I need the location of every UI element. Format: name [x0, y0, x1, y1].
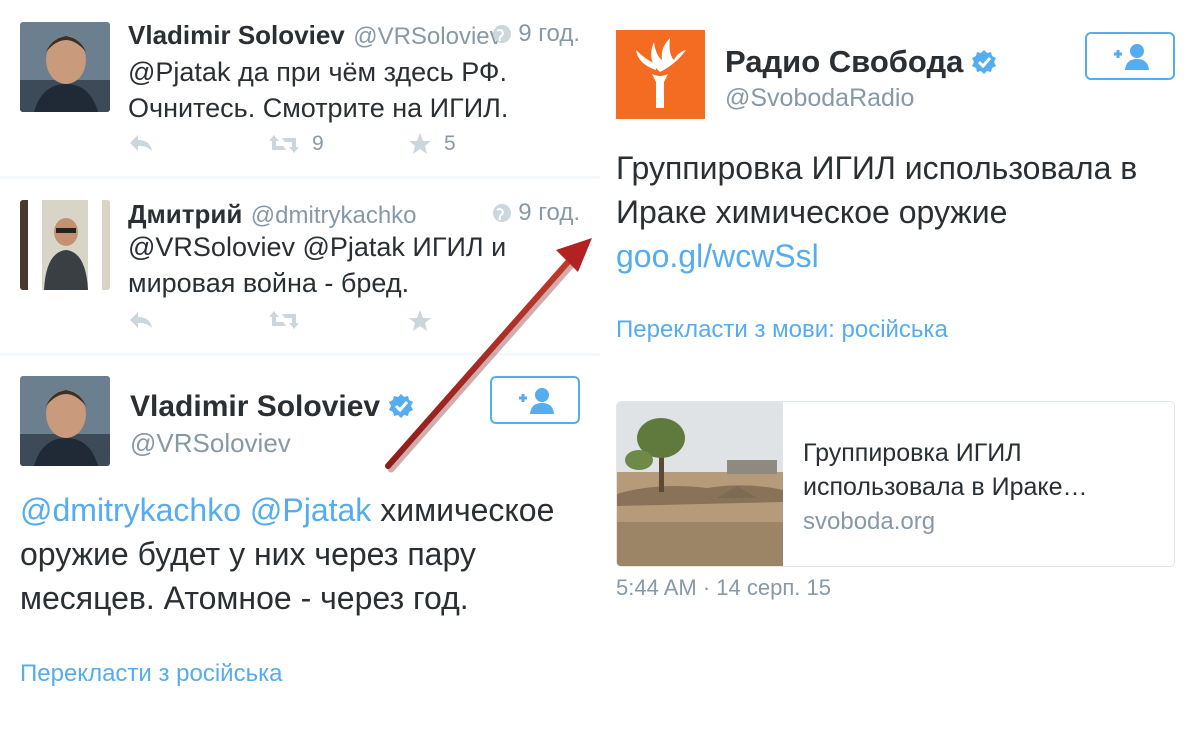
reply-icon: [130, 312, 152, 328]
torch-logo-icon: [616, 30, 705, 119]
tweet-text-line: @VRSoloviev @Pjatak ИГИЛ и: [128, 232, 507, 262]
mention-link[interactable]: @dmitrykachko: [20, 492, 241, 528]
user-handle[interactable]: @VRSoloviev: [353, 23, 501, 50]
card-domain: svoboda.org: [803, 508, 936, 535]
tweet-time-label: 9 год.: [518, 20, 580, 47]
add-user-icon: [1114, 44, 1149, 70]
mention-link[interactable]: @Pjatak: [250, 492, 371, 528]
reply-button[interactable]: [128, 132, 154, 154]
star-icon: [409, 133, 431, 154]
retweet-button[interactable]: [268, 309, 300, 331]
user-handle[interactable]: @dmitrykachko: [251, 202, 417, 229]
tweet-text-line: оружие будет у них через пару: [20, 536, 476, 572]
retweet-icon: [269, 311, 299, 329]
card-title-line: использовала в Ираке…: [803, 473, 1088, 501]
card-title[interactable]: Группировка ИГИЛ использовала в Ираке…: [803, 436, 1163, 504]
tweet-text: Группировка ИГИЛ использовала в Ираке хи…: [616, 146, 1186, 278]
user-handle[interactable]: @SvobodaRadio: [725, 84, 914, 113]
tweet-actions: [128, 309, 528, 339]
tweet-time[interactable]: 9 год.: [492, 199, 580, 227]
tweet-text: @dmitrykachko @Pjatak химическое оружие …: [20, 488, 590, 620]
favorite-count: 5: [444, 132, 456, 155]
tweet-text-line: Группировка ИГИЛ использовала в: [616, 150, 1138, 186]
link-card[interactable]: Группировка ИГИЛ использовала в Ираке… s…: [616, 401, 1175, 567]
tweet-text: @Pjatak да при чём здесь РФ. Очнитесь. С…: [128, 54, 508, 126]
verified-badge-icon: [389, 394, 414, 418]
radio-svoboda-logo[interactable]: [616, 30, 705, 119]
follow-button[interactable]: [490, 376, 580, 424]
tweet-text-line: Очнитесь. Смотрите на ИГИЛ.: [128, 93, 509, 123]
tweet-item[interactable]: Дмитрий @dmitrykachko 9 год. @VRSoloviev…: [0, 179, 600, 353]
retweet-button[interactable]: 9: [268, 132, 324, 156]
add-user-icon: [519, 388, 554, 414]
tweet-timestamp[interactable]: 5:44 AM · 14 серп. 15: [616, 575, 831, 601]
left-panel: Vladimir Soloviev @VRSoloviev 9 год. @Pj…: [0, 0, 600, 732]
card-title-line: Группировка ИГИЛ: [803, 439, 1022, 467]
retweet-icon: [269, 135, 299, 153]
favorite-button[interactable]: 5: [408, 132, 456, 156]
globe-icon: [493, 204, 512, 222]
tweet-text-line: Ираке химическое оружие: [616, 194, 1008, 230]
expanded-tweet: Vladimir Soloviev @VRSoloviev @dmitrykac…: [0, 356, 600, 732]
reply-icon: [130, 135, 152, 151]
tweet-text-line: мировая война - бред.: [128, 268, 410, 298]
card-thumbnail: [617, 402, 783, 566]
user-name-label: Vladimir Soloviev: [130, 390, 381, 423]
tweet-time[interactable]: 9 год.: [492, 20, 580, 48]
tweet-item[interactable]: Vladimir Soloviev @VRSoloviev 9 год. @Pj…: [0, 0, 600, 176]
avatar[interactable]: [20, 376, 110, 466]
avatar[interactable]: [20, 22, 110, 112]
user-name[interactable]: Радио Свобода: [725, 44, 997, 80]
tweet-text-line: @dmitrykachko @Pjatak химическое: [20, 488, 590, 532]
tweet-time-label: 9 год.: [518, 199, 580, 226]
tweet-text-line: @Pjatak да при чём здесь РФ.: [128, 57, 507, 87]
tweet-text: @VRSoloviev @Pjatak ИГИЛ и мировая война…: [128, 229, 506, 301]
tweet-link[interactable]: goo.gl/wcwSsl: [616, 234, 1186, 278]
favorite-button[interactable]: [408, 309, 432, 333]
tweet-actions: 9 5: [128, 132, 528, 162]
user-name[interactable]: Дмитрий: [128, 199, 242, 229]
star-icon: [409, 310, 431, 331]
user-name[interactable]: Vladimir Soloviev: [130, 390, 414, 424]
tweet-text-segment: химическое: [371, 492, 555, 528]
translate-link[interactable]: Перекласти з мови: російська: [616, 316, 948, 344]
follow-button[interactable]: [1085, 32, 1175, 80]
user-name[interactable]: Vladimir Soloviev: [128, 20, 345, 50]
verified-badge-icon: [972, 50, 997, 74]
retweet-count: 9: [312, 132, 324, 155]
user-handle[interactable]: @VRSoloviev: [130, 428, 291, 459]
tweet-header: Vladimir Soloviev @VRSoloviev 9 год.: [128, 20, 580, 50]
user-name-label: Радио Свобода: [725, 44, 964, 79]
tweet-header: Дмитрий @dmitrykachko 9 год.: [128, 199, 580, 229]
reply-button[interactable]: [128, 309, 154, 331]
avatar[interactable]: [20, 200, 110, 290]
tweet-text-line: месяцев. Атомное - через год.: [20, 580, 469, 616]
globe-icon: [493, 25, 512, 43]
right-panel: Радио Свобода @SvobodaRadio Группировка …: [600, 0, 1200, 732]
translate-link[interactable]: Перекласти з російська: [20, 660, 282, 688]
